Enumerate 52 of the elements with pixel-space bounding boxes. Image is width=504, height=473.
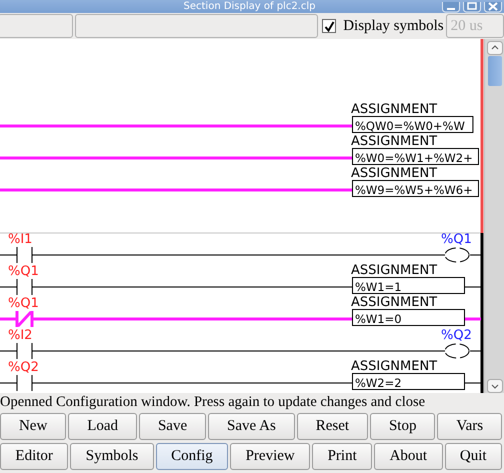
contact-label: %Q1	[8, 296, 39, 311]
toolbar-button[interactable]: Save As	[208, 413, 295, 440]
contact-label: %I1	[8, 232, 32, 247]
block-title: ASSIGNMENT	[351, 134, 438, 149]
assignment-block[interactable]: %W1=1	[352, 277, 465, 294]
text-field[interactable]	[0, 14, 74, 38]
contact-label: %Q2	[8, 360, 39, 375]
toolbar-button[interactable]: Load	[68, 413, 137, 440]
window-title: Section Display of plc2.clp	[182, 1, 316, 13]
status-message: Openned Configuration window. Press again to update changes and close	[0, 394, 426, 411]
scrollbar[interactable]	[484, 39, 504, 393]
coil-label: %Q2	[441, 328, 472, 343]
checkbox-label: Display symbols	[343, 18, 444, 34]
maximize-icon[interactable]	[463, 2, 481, 13]
block-title: ASSIGNMENT	[351, 263, 438, 278]
scroll-up-icon[interactable]	[486, 41, 502, 55]
toolbar-button[interactable]: Save	[139, 413, 206, 440]
coil-label: %Q1	[441, 232, 472, 247]
contact-symbol[interactable]	[16, 342, 32, 360]
block-title: ASSIGNMENT	[351, 295, 438, 310]
toolbar-button[interactable]: About	[374, 443, 442, 470]
scroll-down-icon[interactable]	[486, 379, 502, 393]
assignment-block[interactable]: %W0=%W1+%W2+	[352, 148, 479, 165]
toolbar-button[interactable]: Symbols	[70, 443, 154, 470]
toolbar-button[interactable]: Preview	[230, 443, 310, 470]
block-title: ASSIGNMENT	[351, 166, 438, 181]
checkbox[interactable]	[322, 19, 336, 33]
toolbar-button[interactable]: Config	[156, 443, 228, 470]
contact-symbol[interactable]	[16, 278, 32, 296]
assignment-block[interactable]: %W9=%W5+%W6+	[352, 180, 479, 197]
contact-label: %Q1	[8, 264, 39, 279]
coil-symbol[interactable]	[444, 344, 470, 358]
toolbar-button[interactable]: Reset	[296, 413, 368, 440]
toolbar-button[interactable]: Quit	[444, 443, 502, 470]
assignment-block[interactable]: %QW0=%W0+%W	[352, 116, 474, 133]
text-field[interactable]	[75, 14, 318, 38]
contact-symbol[interactable]	[16, 374, 32, 392]
coil-symbol[interactable]	[444, 248, 470, 262]
assignment-block[interactable]: %W2=2	[352, 373, 465, 390]
scroll-thumb[interactable]	[488, 56, 502, 86]
toolbar-button[interactable]: Editor	[0, 443, 68, 470]
close-icon[interactable]	[484, 2, 502, 13]
toolbar-button[interactable]: New	[0, 413, 66, 440]
contact-label: %I2	[8, 328, 32, 343]
assignment-block[interactable]: %W1=0	[352, 309, 465, 326]
toolbar-button[interactable]: Print	[312, 443, 372, 470]
toolbar-button[interactable]: Stop	[370, 413, 436, 440]
block-title: ASSIGNMENT	[351, 359, 438, 374]
minimize-icon[interactable]	[442, 2, 460, 13]
block-title: ASSIGNMENT	[351, 102, 438, 117]
toolbar-button[interactable]: Vars	[437, 413, 502, 440]
contact-symbol[interactable]	[16, 246, 32, 264]
